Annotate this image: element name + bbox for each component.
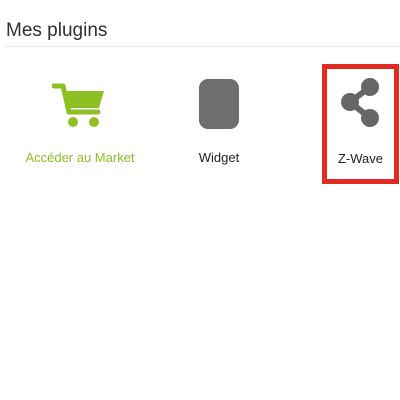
widget-plugin-label: Widget [198,150,240,165]
share-icon [329,71,393,135]
page-title: Mes plugins [6,20,108,41]
market-plugin-label: Accéder au Market [25,150,135,165]
market-plugin-tile[interactable]: Accéder au Market [10,66,150,184]
zwave-plugin-label: Z-Wave [337,151,384,166]
cart-icon [48,72,112,136]
zwave-plugin-tile[interactable]: Z-Wave [322,64,399,184]
title-divider [6,46,400,47]
plugins-page: Mes plugins Accéder au Market Widget Z-W… [0,0,400,400]
widget-plugin-tile[interactable]: Widget [149,66,289,184]
widget-shape [199,79,239,129]
widget-icon [187,72,251,136]
